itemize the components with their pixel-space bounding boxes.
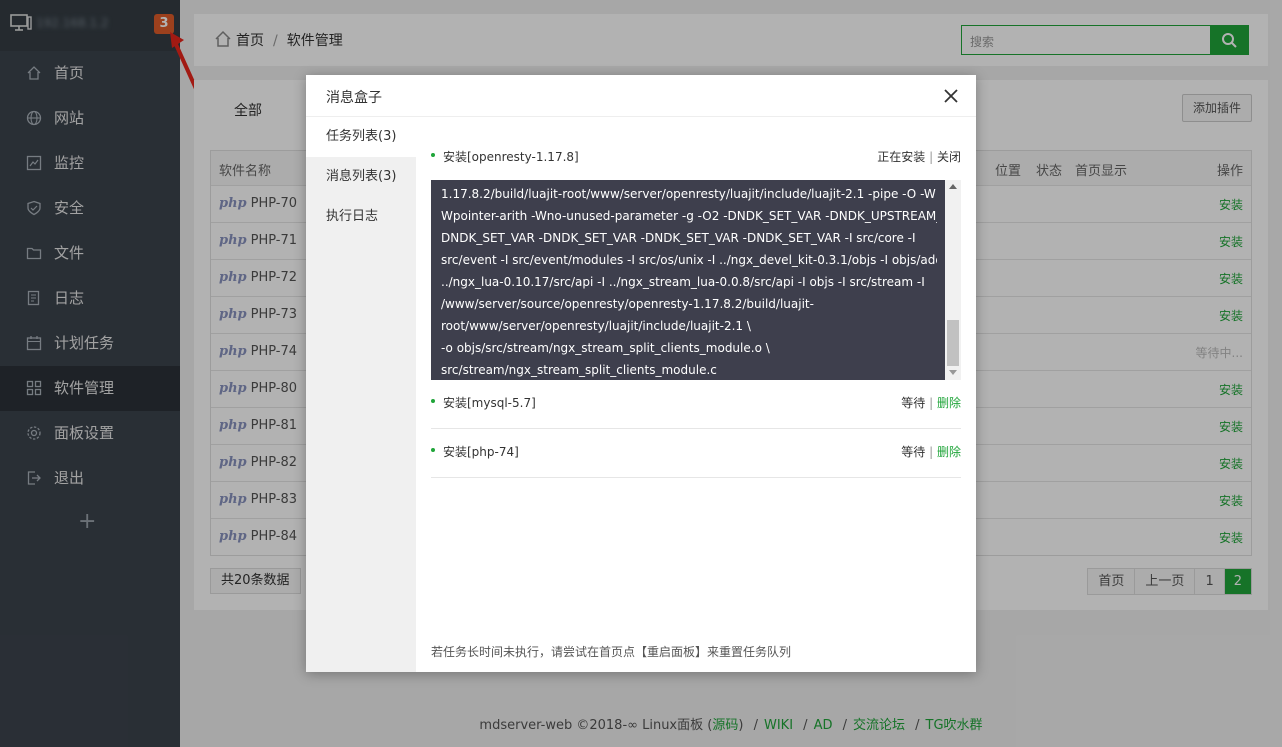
scroll-down-icon[interactable] — [949, 370, 957, 375]
modal-title: 消息盒子 — [326, 87, 382, 107]
task-item: 安装[openresty-1.17.8] 正在安装 | 关闭 — [431, 117, 961, 152]
scroll-thumb[interactable] — [947, 320, 959, 366]
modal-header: 消息盒子 — [306, 75, 976, 117]
log-line: -o objs/src/stream/ngx_stream_split_clie… — [441, 337, 937, 359]
task-hint: 若任务长时间未执行，请尝试在首页点【重启面板】来重置任务队列 — [431, 643, 791, 660]
task-status: 正在安装 — [877, 150, 925, 164]
task-status-group: 正在安装 | 关闭 — [877, 148, 961, 165]
message-box-modal: 消息盒子 任务列表(3) 消息列表(3) 执行日志 安装[openresty-1… — [306, 75, 976, 672]
close-icon[interactable] — [943, 88, 959, 104]
task-item: 安装[php-74] 等待 | 删除 — [431, 429, 961, 478]
status-dot-icon — [431, 399, 435, 403]
log-line: root/www/server/openresty/luajit/include… — [441, 315, 937, 337]
status-dot-icon — [431, 448, 435, 452]
log-line: src/stream/ngx_stream_split_clients_modu… — [441, 359, 937, 380]
modal-tabs: 任务列表(3) 消息列表(3) 执行日志 — [306, 117, 416, 672]
task-name: 安装[mysql-5.7] — [443, 394, 536, 411]
task-name: 安装[php-74] — [443, 443, 519, 460]
task-status-group: 等待 | 删除 — [901, 394, 961, 411]
task-status-group: 等待 | 删除 — [901, 443, 961, 460]
install-log-output: 1.17.8.2/build/luajit-root/www/server/op… — [431, 180, 961, 380]
log-line: /www/server/source/openresty/openresty-1… — [441, 293, 937, 315]
task-item: 安装[mysql-5.7] 等待 | 删除 — [431, 380, 961, 429]
log-line: Wpointer-arith -Wno-unused-parameter -g … — [441, 205, 937, 227]
tab-task-list[interactable]: 任务列表(3) — [306, 117, 416, 157]
tab-exec-log[interactable]: 执行日志 — [306, 197, 416, 237]
status-dot-icon — [431, 153, 435, 157]
log-line: ../ngx_lua-0.10.17/src/api -I ../ngx_str… — [441, 271, 937, 293]
log-scrollbar[interactable] — [945, 180, 961, 380]
log-line: src/event -I src/event/modules -I src/os… — [441, 249, 937, 271]
task-status: 等待 — [901, 396, 925, 410]
scroll-up-icon[interactable] — [949, 184, 957, 189]
task-status: 等待 — [901, 445, 925, 459]
log-line: 1.17.8.2/build/luajit-root/www/server/op… — [441, 183, 937, 205]
tab-message-list[interactable]: 消息列表(3) — [306, 157, 416, 197]
task-delete-link[interactable]: 删除 — [937, 396, 961, 410]
queued-tasks: 安装[mysql-5.7] 等待 | 删除 安装[php-74] 等待 | 删除 — [431, 380, 961, 478]
log-line: DNDK_SET_VAR -DNDK_SET_VAR -DNDK_SET_VAR… — [441, 227, 937, 249]
task-list: 安装[openresty-1.17.8] 正在安装 | 关闭 1.17.8.2/… — [431, 117, 961, 672]
task-close-link[interactable]: 关闭 — [937, 150, 961, 164]
task-name: 安装[openresty-1.17.8] — [443, 148, 579, 165]
task-delete-link[interactable]: 删除 — [937, 445, 961, 459]
